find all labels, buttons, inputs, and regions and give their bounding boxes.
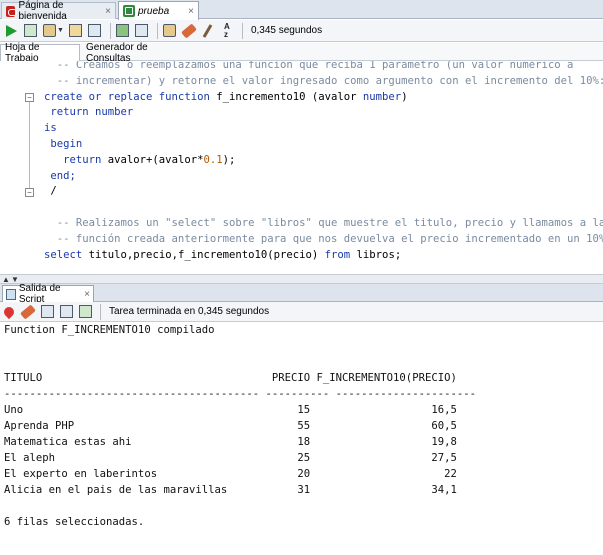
script-output-text: Function F_INCREMENTO10 compilado​​TITUL… <box>4 322 603 555</box>
code-token: ); <box>222 153 236 166</box>
code-token: libros; <box>350 248 402 261</box>
code-token: from <box>324 248 351 261</box>
sql-tuning-icon[interactable] <box>134 23 150 39</box>
code-token: avalor+(avalor* <box>101 153 204 166</box>
save-icon[interactable] <box>39 304 55 320</box>
document-tab-bar: Página de bienvenida × prueba × <box>0 0 603 22</box>
output-line: Aprenda PHP 55 60,5 <box>4 420 457 432</box>
output-line: El aleph 25 27,5 <box>4 452 457 464</box>
code-token: return number <box>44 106 134 119</box>
tab-welcome-page[interactable]: Página de bienvenida × <box>1 0 116 22</box>
code-token: ) <box>401 90 408 103</box>
output-line: ​ <box>4 354 603 370</box>
output-toolbar: Tarea terminada en 0,345 segundos <box>0 302 603 322</box>
toolbar-divider <box>156 22 158 39</box>
autotrace-icon[interactable] <box>87 23 103 39</box>
close-icon[interactable]: × <box>184 6 194 17</box>
code-token: select <box>44 248 83 261</box>
toolbar-divider <box>109 22 111 39</box>
code-line[interactable]: begin <box>44 137 603 153</box>
tab-prueba-label: prueba <box>138 5 170 17</box>
clear-output-icon[interactable] <box>20 303 36 320</box>
code-line[interactable]: return avalor+(avalor*0.1); <box>44 153 603 169</box>
script-output-icon <box>6 288 16 300</box>
close-icon[interactable]: × <box>101 6 111 17</box>
code-line[interactable]: create or replace function f_incremento1… <box>44 90 603 106</box>
fold-toggle-icon[interactable]: − <box>25 93 34 102</box>
tab-script-output[interactable]: Salida de Script × <box>2 283 94 305</box>
code-line[interactable]: -- Realizamos un "select" sobre "libros"… <box>44 216 603 232</box>
pin-icon[interactable] <box>1 304 17 319</box>
output-line: ----------------------------------------… <box>4 388 476 400</box>
code-token: f_incremento10 (avalor <box>209 90 363 103</box>
code-line[interactable]: -- función creada anteriormente para que… <box>44 232 603 248</box>
editor-gutter: − − <box>0 61 36 274</box>
code-token: number <box>362 90 402 103</box>
explain-plan-icon[interactable] <box>68 23 84 39</box>
to-upper-icon[interactable]: Az <box>219 22 235 39</box>
toolbar-divider <box>100 303 101 320</box>
run-statement-icon[interactable] <box>3 23 19 39</box>
output-line: 6 filas seleccionadas. <box>4 516 145 528</box>
close-icon[interactable]: × <box>80 289 90 300</box>
output-line: ​ <box>4 338 603 354</box>
code-token: -- Realizamos un "select" sobre "libros"… <box>44 216 603 229</box>
code-token: / <box>44 185 57 198</box>
output-line: El experto en laberintos 20 22 <box>4 468 457 480</box>
rollback-icon[interactable] <box>115 23 131 39</box>
code-line[interactable]: / <box>44 184 603 200</box>
code-token: end; <box>44 169 76 182</box>
tab-welcome-label: Página de bienvenida <box>18 0 67 22</box>
code-token: create or replace function <box>44 90 210 103</box>
code-token: titulo,precio,f_incremento10(precio) <box>82 248 325 261</box>
code-line[interactable]: ​ <box>44 200 603 216</box>
clear-icon[interactable] <box>181 22 197 39</box>
open-icon[interactable] <box>77 304 93 320</box>
output-line: Uno 15 16,5 <box>4 404 457 416</box>
history-icon[interactable] <box>200 23 216 39</box>
code-line[interactable]: is <box>44 121 603 137</box>
code-line[interactable]: select titulo,precio,f_incremento10(prec… <box>44 248 603 264</box>
output-line: Alicia en el pais de las maravillas 31 3… <box>4 484 457 496</box>
sql-editor[interactable]: − − -- Creamos o reemplazamos una funció… <box>0 61 603 274</box>
output-tab-bar: Salida de Script × <box>0 283 603 305</box>
code-token: -- función creada anteriormente para que… <box>44 232 603 245</box>
elapsed-time: 0,345 segundos <box>250 25 323 36</box>
worksheet-subtabs: Hoja de Trabajo Generador de Consultas <box>0 42 603 64</box>
code-token: -- incrementar) y retorne el valor ingre… <box>44 74 603 87</box>
tab-query-builder[interactable]: Generador de Consultas <box>82 42 192 64</box>
toolbar-divider <box>241 22 243 39</box>
code-token: begin <box>44 137 83 150</box>
pane-splitter[interactable]: ▲ ▼ <box>0 274 603 284</box>
code-token: return <box>44 153 102 166</box>
collapse-down-icon[interactable]: ▼ <box>11 275 19 284</box>
print-icon[interactable] <box>58 304 74 320</box>
output-line: Function F_INCREMENTO10 compilado <box>4 324 215 336</box>
worksheet-toolbar: ▼ Az 0,345 segundos <box>0 20 603 42</box>
code-token: is <box>44 122 57 135</box>
commit-icon[interactable] <box>41 23 57 39</box>
output-line: ​ <box>4 498 603 514</box>
code-token: -- Creamos o reemplazamos una función qu… <box>44 61 574 71</box>
task-status: Tarea terminada en 0,345 segundos <box>109 306 270 317</box>
code-line[interactable]: -- incrementar) y retorne el valor ingre… <box>44 74 603 90</box>
code-line[interactable]: return number <box>44 105 603 121</box>
output-line: Matematica estas ahi 18 19,8 <box>4 436 457 448</box>
oracle-logo-icon <box>6 5 18 17</box>
tab-worksheet[interactable]: Hoja de Trabajo <box>0 42 80 64</box>
code-token: 0.1 <box>203 153 223 166</box>
output-line: TITULO PRECIO F_INCREMENTO10(PRECIO) <box>4 372 457 384</box>
code-line[interactable]: end; <box>44 169 603 185</box>
editor-code[interactable]: -- Creamos o reemplazamos una función qu… <box>44 61 603 263</box>
code-line[interactable]: -- Creamos o reemplazamos una función qu… <box>44 61 603 74</box>
collapse-up-icon[interactable]: ▲ <box>2 275 10 284</box>
unshared-sql-icon[interactable] <box>162 23 178 39</box>
tab-prueba[interactable]: prueba × <box>118 1 199 20</box>
fold-toggle-icon[interactable]: − <box>25 188 34 197</box>
sql-worksheet-icon <box>123 5 135 17</box>
fold-line <box>29 97 30 193</box>
run-script-icon[interactable] <box>22 23 38 39</box>
dropdown-icon[interactable]: ▼ <box>57 27 64 34</box>
